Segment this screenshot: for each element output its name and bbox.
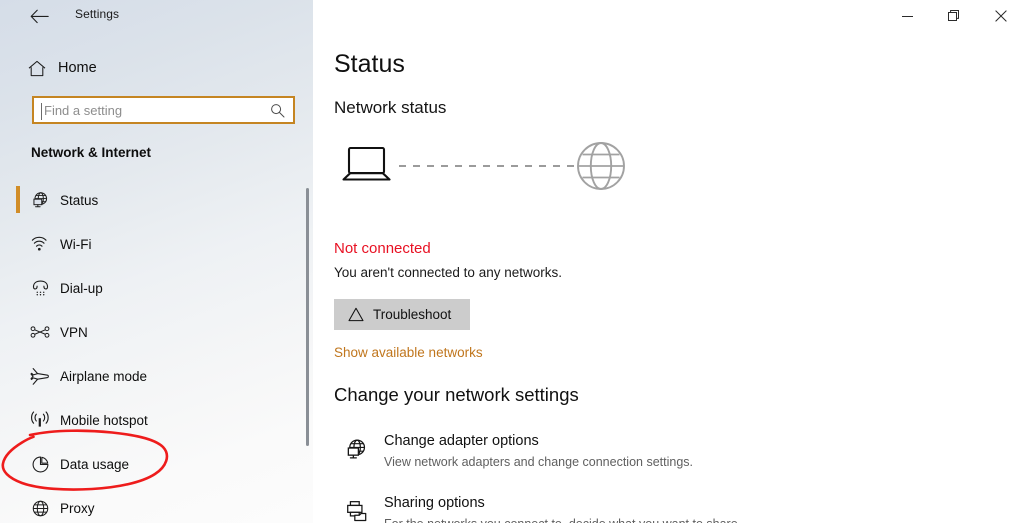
printer-folder-icon [343, 498, 369, 523]
pie-chart-icon [28, 452, 52, 476]
network-diagram [331, 140, 631, 204]
network-status-heading: Network status [334, 98, 447, 117]
window-title: Settings [75, 7, 120, 21]
selection-indicator [16, 186, 20, 213]
close-button[interactable] [978, 0, 1024, 32]
sidebar-item-label: Proxy [60, 500, 95, 516]
dialup-phone-icon [28, 276, 52, 300]
warning-triangle-icon [346, 307, 366, 322]
sidebar-item-data-usage[interactable]: Data usage [0, 442, 305, 486]
sidebar-item-mobile-hotspot[interactable]: Mobile hotspot [0, 398, 305, 442]
sidebar: Home Network & Internet [0, 0, 313, 523]
connection-status: Not connected [334, 240, 431, 257]
option-title: Change adapter options [384, 433, 539, 449]
option-subtitle: For the networks you connect to, decide … [384, 517, 741, 523]
title-bar: Settings [0, 0, 1024, 32]
back-button[interactable] [24, 3, 54, 29]
globe-icon [577, 142, 625, 190]
sidebar-item-vpn[interactable]: VPN [0, 310, 305, 354]
sidebar-item-dial-up[interactable]: Dial-up [0, 266, 305, 310]
globe-icon [28, 496, 52, 520]
hotspot-icon [28, 408, 52, 432]
home-label: Home [58, 60, 97, 76]
minimize-button[interactable] [884, 0, 930, 32]
sidebar-category-title: Network & Internet [31, 145, 152, 160]
search-input[interactable] [34, 98, 262, 122]
main-content: Status Network status Not connected You … [313, 32, 1024, 523]
change-settings-heading: Change your network settings [334, 384, 579, 405]
page-title: Status [334, 50, 405, 78]
laptop-icon [342, 146, 391, 181]
sidebar-item-label: VPN [60, 324, 88, 340]
option-subtitle: View network adapters and change connect… [384, 455, 693, 469]
globe-monitor-icon [343, 436, 369, 462]
show-available-networks-link[interactable]: Show available networks [334, 345, 483, 360]
sidebar-item-label: Dial-up [60, 280, 103, 296]
settings-window: Settings Home Find a setting Network & I… [0, 0, 1024, 523]
wifi-icon [28, 232, 52, 256]
home-icon [16, 60, 58, 77]
option-title: Sharing options [384, 495, 485, 511]
search-icon[interactable] [262, 103, 292, 118]
sidebar-item-wifi[interactable]: Wi-Fi [0, 222, 305, 266]
airplane-icon [28, 364, 52, 388]
sidebar-scrollbar-thumb[interactable] [306, 188, 309, 446]
sidebar-item-airplane-mode[interactable]: Airplane mode [0, 354, 305, 398]
globe-monitor-icon [28, 188, 52, 212]
search-box[interactable] [32, 96, 295, 124]
connection-description: You aren't connected to any networks. [334, 265, 562, 280]
text-caret [41, 103, 42, 120]
maximize-restore-button[interactable] [931, 0, 977, 32]
sidebar-nav-list: Status Wi-Fi Dial-up VPN Airplane mode M… [0, 178, 305, 523]
sidebar-item-label: Data usage [60, 456, 130, 472]
sidebar-item-label: Airplane mode [60, 368, 148, 384]
sidebar-item-label: Status [60, 192, 99, 208]
troubleshoot-button[interactable]: Troubleshoot [334, 299, 470, 330]
sidebar-item-label: Wi-Fi [60, 236, 92, 252]
sidebar-item-proxy[interactable]: Proxy [0, 486, 305, 523]
vpn-icon [28, 320, 52, 344]
sidebar-item-status[interactable]: Status [0, 178, 305, 222]
sidebar-item-label: Mobile hotspot [60, 412, 148, 428]
troubleshoot-button-label: Troubleshoot [373, 307, 452, 322]
sidebar-item-home[interactable]: Home [16, 52, 296, 84]
